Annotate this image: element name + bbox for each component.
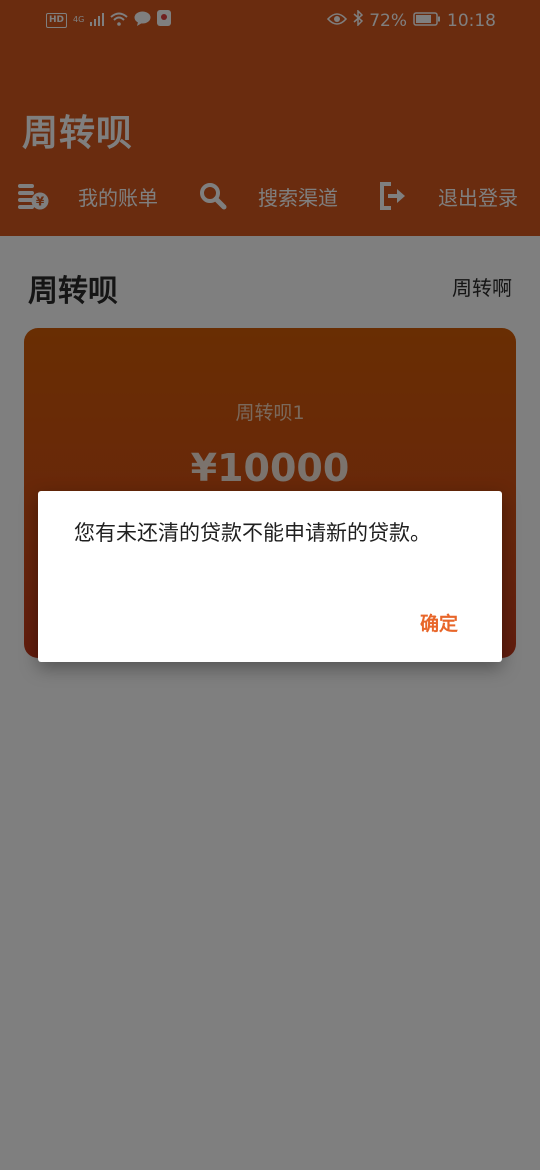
dialog-message: 您有未还清的贷款不能申请新的贷款。 xyxy=(74,521,431,545)
dialog-confirm-button[interactable]: 确定 xyxy=(420,609,458,636)
alert-dialog: 您有未还清的贷款不能申请新的贷款。 确定 xyxy=(38,491,502,662)
